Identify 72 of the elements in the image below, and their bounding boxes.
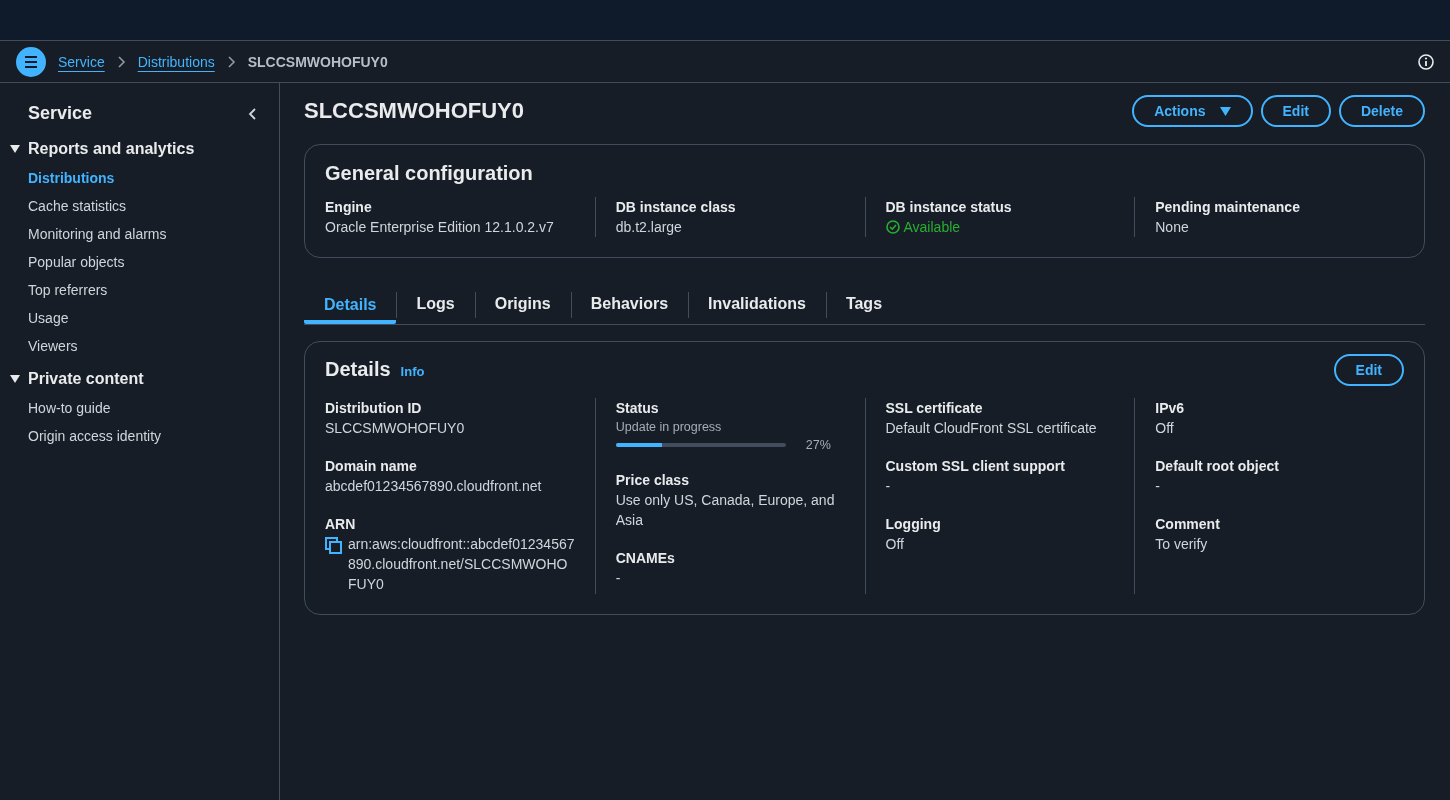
nav-link[interactable]: Top referrers: [28, 282, 108, 298]
nav-link[interactable]: Usage: [28, 310, 69, 326]
field-value: To verify: [1155, 535, 1209, 554]
edit-button[interactable]: Edit: [1333, 354, 1404, 386]
field-label: Comment: [1155, 515, 1221, 534]
check-circle-icon: [885, 220, 900, 234]
field-value: Oracle Enterprise Edition 12.1.0.2.v7: [325, 218, 555, 237]
field-value: abcdef01234567890.cloudfront.net: [325, 477, 543, 496]
nav-link[interactable]: Distributions: [28, 170, 115, 186]
field-label: ARN: [325, 515, 357, 534]
collapse-icon[interactable]: [248, 107, 257, 120]
info-icon[interactable]: [1418, 53, 1434, 70]
field-value: -: [885, 477, 892, 496]
caret-down-icon: [1219, 106, 1231, 116]
field-label: IPv6: [1155, 399, 1186, 418]
field-label: CNAMEs: [615, 549, 676, 568]
field-value: Use only US, Canada, Europe, and Asia: [615, 491, 836, 530]
field-label: SSL certificate: [885, 399, 984, 418]
field-value: -: [615, 569, 622, 588]
actions-dropdown[interactable]: Actions: [1132, 95, 1253, 127]
field-label: Distribution ID: [325, 399, 423, 418]
chevron-right-icon: [226, 55, 236, 68]
nav-link[interactable]: Popular objects: [28, 254, 125, 270]
menu-icon: [23, 53, 39, 70]
copy-icon: [325, 537, 342, 554]
breadcrumb-link[interactable]: Service: [58, 53, 105, 70]
field-value: Default CloudFront SSL certificate: [885, 419, 1098, 438]
field-label: Logging: [885, 515, 942, 534]
copy-button[interactable]: [325, 534, 342, 554]
breadcrumb-link[interactable]: Distributions: [137, 53, 215, 70]
section-header[interactable]: Private content: [0, 364, 279, 394]
progress-label: Update in progress: [615, 419, 723, 436]
nav-link[interactable]: Cache statistics: [28, 198, 127, 214]
tab[interactable]: Behaviors: [570, 286, 689, 322]
field-label: Default root object: [1155, 457, 1280, 476]
status-text: Available: [885, 217, 1115, 237]
tab[interactable]: Invalidations: [688, 286, 826, 322]
field-value: Off: [885, 535, 905, 554]
field-label: DB instance status: [885, 198, 1013, 217]
field-label: Price class: [615, 471, 690, 490]
sidebar-title: Service: [28, 103, 93, 124]
tab[interactable]: Origins: [474, 286, 571, 322]
field-label: Status: [615, 399, 660, 418]
nav-link[interactable]: Monitoring and alarms: [28, 226, 167, 242]
nav-link[interactable]: Origin access identity: [28, 428, 162, 444]
field-value: Off: [1155, 419, 1175, 438]
field-value: SLCCSMWOHOFUY0: [325, 419, 466, 438]
card-title: Details Info: [325, 356, 425, 384]
card-title: General configuration: [325, 161, 534, 185]
nav-link[interactable]: How-to guide: [28, 400, 111, 416]
tab[interactable]: Tags: [825, 286, 903, 322]
nav-link[interactable]: Viewers: [28, 338, 78, 354]
field-label: Custom SSL client support: [885, 457, 1066, 476]
field-label: Engine: [325, 198, 373, 217]
field-value: arn:aws:cloudfront::abcdef01234567890.cloudfront.net/SLCCSMWOHOFUY0: [348, 535, 575, 594]
action-button[interactable]: Edit: [1260, 95, 1331, 127]
field-value: db.t2.large: [615, 218, 683, 237]
page-title: SLCCSMWOHOFUY0: [304, 98, 524, 124]
menu-button[interactable]: [16, 46, 46, 77]
tab[interactable]: Details: [304, 286, 397, 324]
field-label: DB instance class: [615, 198, 737, 217]
breadcrumb-current: SLCCSMWOHOFUY0: [247, 53, 388, 70]
chevron-right-icon: [116, 55, 126, 68]
section-header[interactable]: Reports and analytics: [0, 134, 279, 164]
tab[interactable]: Logs: [396, 286, 475, 322]
field-label: Domain name: [325, 457, 418, 476]
action-button[interactable]: Delete: [1338, 95, 1425, 127]
progress-reading: 27%: [805, 438, 831, 452]
field-label: Pending maintenance: [1155, 198, 1301, 217]
info-link[interactable]: Info: [400, 359, 425, 384]
field-value: None: [1155, 218, 1190, 237]
field-value: -: [1155, 477, 1161, 496]
